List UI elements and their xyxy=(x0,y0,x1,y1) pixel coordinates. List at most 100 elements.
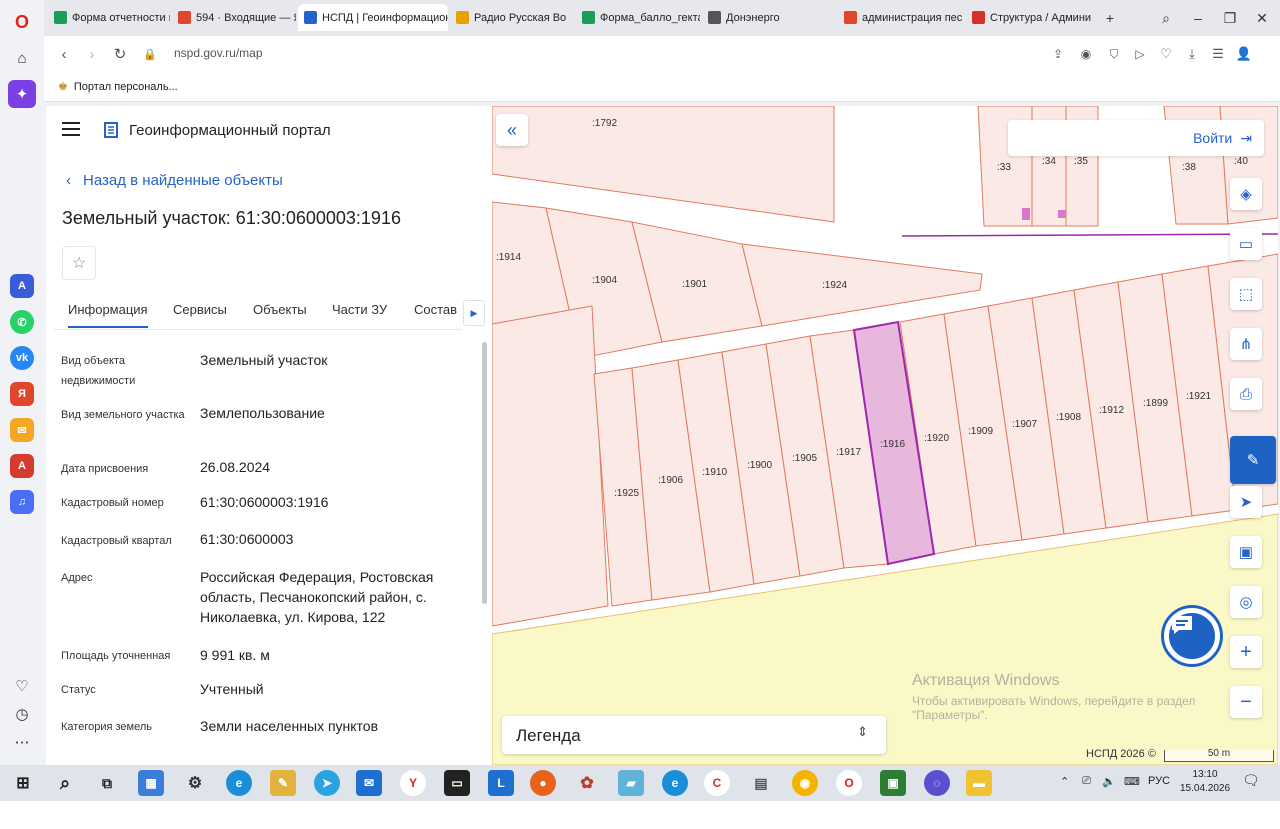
terminal-icon[interactable]: ▭ xyxy=(444,770,470,796)
menu-icon[interactable] xyxy=(62,122,80,136)
network-icon[interactable]: ⎚ xyxy=(1082,775,1091,788)
presentation-icon[interactable]: ▣ xyxy=(880,770,906,796)
tabs-next-icon[interactable]: ▶ xyxy=(463,300,485,326)
new-tab-icon[interactable]: + xyxy=(1098,6,1122,30)
reload-icon[interactable]: ↻ xyxy=(108,42,132,66)
volume-icon[interactable]: 🔈 xyxy=(1102,775,1116,788)
mail-icon[interactable]: ✉ xyxy=(356,770,382,796)
browser-tab[interactable]: Форма отчетности п xyxy=(48,4,170,31)
easy-setup-icon[interactable]: ☰ xyxy=(1206,42,1230,66)
firefox-icon[interactable]: ● xyxy=(530,770,556,796)
panel-scrollbar[interactable] xyxy=(482,342,487,604)
task-view-icon[interactable]: ⧉ xyxy=(94,770,120,796)
app-icon[interactable]: ▦ xyxy=(138,770,164,796)
tray-arrow-icon[interactable]: ⌃ xyxy=(1060,775,1069,788)
star-icon[interactable]: ☆ xyxy=(62,246,96,280)
notes-icon[interactable]: ▰ xyxy=(618,770,644,796)
minimap-icon[interactable]: ▣ xyxy=(1230,536,1262,568)
ie-icon[interactable]: e xyxy=(662,770,688,796)
forward-icon[interactable]: › xyxy=(80,42,104,66)
browser-tab[interactable]: Радио Русская Во xyxy=(450,4,574,31)
opera-logo-icon[interactable]: O xyxy=(8,8,36,36)
browser-tab[interactable]: администрация пес xyxy=(838,4,964,31)
search-icon[interactable]: ⌕ xyxy=(52,770,78,796)
restore-icon[interactable]: ❐ xyxy=(1218,6,1242,30)
ccleaner-icon[interactable]: C xyxy=(704,770,730,796)
parcel-left[interactable] xyxy=(492,305,609,627)
start-icon[interactable]: ⊞ xyxy=(10,770,36,796)
music-app-icon[interactable]: ♫ xyxy=(10,490,34,514)
play-icon[interactable]: ▷ xyxy=(1128,42,1152,66)
browser-tab[interactable]: Форма_балло_гекта xyxy=(576,4,700,31)
back-to-results-link[interactable]: ‹ Назад в найденные объекты xyxy=(66,172,283,189)
draw-tool-icon[interactable]: ✎ xyxy=(1230,436,1276,484)
translate-app-icon[interactable]: A xyxy=(10,454,34,478)
heart-icon[interactable]: ♡ xyxy=(8,672,36,700)
browser-tab-active[interactable]: НСПД | Геоинформацион xyxy=(298,4,448,31)
more-icon[interactable]: ⋯ xyxy=(8,728,36,756)
legend-select[interactable]: Легенда ⇕ xyxy=(502,716,886,754)
shield-icon[interactable]: ⛉ xyxy=(1102,42,1126,66)
doc-app-icon[interactable]: L xyxy=(488,770,514,796)
paint-3d-icon[interactable]: ✿ xyxy=(574,770,600,796)
cadastral-map[interactable]: :1792 :33 :34 :35 :38 :40 :1914 :1904 :1… xyxy=(492,106,1278,765)
chrome-icon[interactable]: ◉ xyxy=(792,770,818,796)
print-icon[interactable]: ⎙ xyxy=(1230,378,1262,410)
navigate-icon[interactable]: ➤ xyxy=(1230,486,1262,518)
whatsapp-icon[interactable]: ✆ xyxy=(10,310,34,334)
paint-icon[interactable]: ✎ xyxy=(270,770,296,796)
browser-tab[interactable]: Структура / Админи xyxy=(966,4,1092,31)
messenger-icon[interactable]: ◌ xyxy=(924,770,950,796)
keyboard-icon[interactable]: ⌨ xyxy=(1124,775,1140,788)
edge-icon[interactable]: e xyxy=(226,770,252,796)
mail-app-icon[interactable]: ✉ xyxy=(10,418,34,442)
yandex-browser-icon[interactable]: Y xyxy=(400,770,426,796)
geolocation-icon[interactable]: ◎ xyxy=(1230,586,1262,618)
clock-time: 13:10 xyxy=(1192,769,1218,780)
url-field[interactable]: nspd.gov.ru/map xyxy=(174,46,263,60)
notifications-icon[interactable]: 🗨 xyxy=(1242,772,1260,789)
opera-icon[interactable]: O xyxy=(836,770,862,796)
scanner-icon[interactable]: ▤ xyxy=(748,770,774,796)
zoom-in-icon[interactable]: + xyxy=(1230,636,1262,668)
explorer-icon[interactable]: ▬ xyxy=(966,770,992,796)
download-icon[interactable]: ⤓ xyxy=(1180,42,1204,66)
camera-icon[interactable]: ◉ xyxy=(1074,42,1098,66)
collapse-panel-icon[interactable]: « xyxy=(496,114,528,146)
favorite-icon[interactable]: ♡ xyxy=(1154,42,1178,66)
share-icon[interactable]: ⇪ xyxy=(1046,42,1070,66)
ruler-icon[interactable]: ▭ xyxy=(1230,228,1262,260)
tab-services[interactable]: Сервисы xyxy=(173,302,227,317)
layers-icon[interactable]: ◈ xyxy=(1230,178,1262,210)
minimize-icon[interactable]: – xyxy=(1186,6,1210,30)
language-indicator[interactable]: РУС xyxy=(1148,775,1170,787)
tab-parts[interactable]: Части ЗУ xyxy=(332,302,387,317)
parcel-1792[interactable] xyxy=(492,106,835,223)
clock[interactable]: 13:10 15.04.2026 xyxy=(1180,768,1230,796)
yandex-icon[interactable]: Я xyxy=(10,382,34,406)
ai-app-icon[interactable]: A xyxy=(10,274,34,298)
login-button[interactable]: Войти ⇥ xyxy=(1008,120,1264,156)
settings-icon[interactable]: ⚙ xyxy=(182,770,208,796)
history-icon[interactable]: ◷ xyxy=(8,700,36,728)
browser-tab[interactable]: 594 · Входящие — Я xyxy=(172,4,296,31)
bookmark-item[interactable]: ♚ Портал персональ... xyxy=(58,80,178,94)
share-map-icon[interactable]: ⋔ xyxy=(1230,328,1262,360)
tab-objects[interactable]: Объекты xyxy=(253,302,307,317)
browser-tab[interactable]: Донэнерго xyxy=(702,4,826,31)
zoom-out-icon[interactable]: − xyxy=(1230,686,1262,718)
select-area-icon[interactable]: ⬚ xyxy=(1230,278,1262,310)
profile-icon[interactable]: 👤 xyxy=(1232,42,1256,66)
vk-icon[interactable]: vk xyxy=(10,346,34,370)
home-icon[interactable]: ⌂ xyxy=(8,44,36,72)
close-icon[interactable]: ✕ xyxy=(1250,6,1274,30)
field-label: Адрес xyxy=(61,572,93,584)
search-tabs-icon[interactable]: ⌕ xyxy=(1154,6,1178,30)
map-canvas[interactable]: :1792 :33 :34 :35 :38 :40 :1914 :1904 :1… xyxy=(492,106,1278,765)
telegram-icon[interactable]: ➤ xyxy=(314,770,340,796)
aria-icon[interactable]: ✦ xyxy=(8,80,36,108)
chat-button[interactable] xyxy=(1164,608,1220,664)
tab-composition[interactable]: Состав xyxy=(414,302,457,317)
back-icon[interactable]: ‹ xyxy=(52,42,76,66)
tab-info[interactable]: Информация xyxy=(68,302,148,328)
